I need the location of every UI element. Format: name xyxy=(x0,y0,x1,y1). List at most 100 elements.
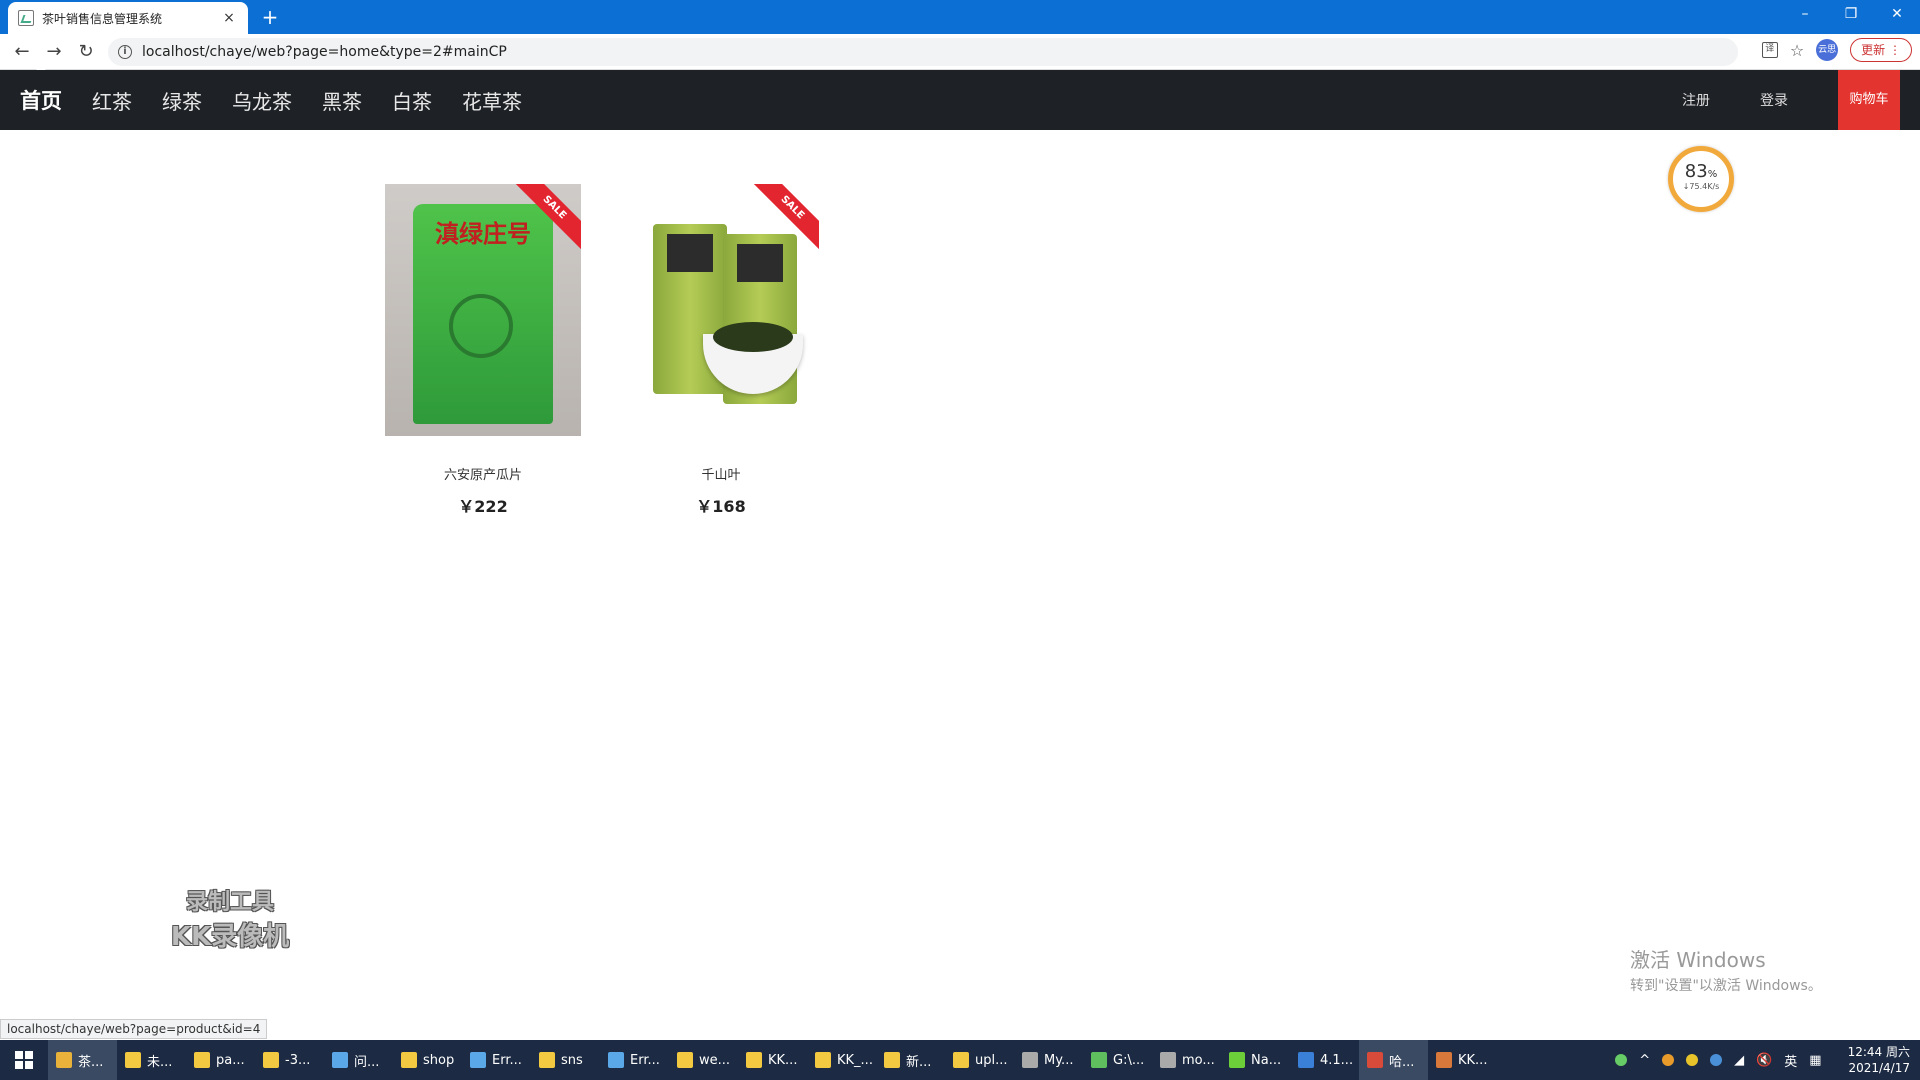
close-tab-icon[interactable]: × xyxy=(220,10,238,26)
translate-icon[interactable]: 译 xyxy=(1761,42,1778,58)
taskbar-app-icon xyxy=(1298,1052,1314,1068)
clock[interactable]: 12:44 周六 2021/4/17 xyxy=(1848,1044,1910,1076)
taskbar-item[interactable]: Err... xyxy=(462,1040,531,1080)
watermark-line-1: 录制工具 xyxy=(185,890,274,915)
can-label xyxy=(667,234,713,272)
ime-indicator[interactable]: 英 xyxy=(1784,1051,1797,1070)
tray-expand-icon[interactable]: ^ xyxy=(1639,1053,1650,1068)
taskbar-item-label: 茶... xyxy=(78,1054,104,1070)
taskbar-item[interactable]: mo... xyxy=(1152,1040,1221,1080)
profile-avatar[interactable]: 云思 xyxy=(1816,39,1839,61)
taskbar-item[interactable]: -3... xyxy=(255,1040,324,1080)
taskbar-item[interactable]: 4.1... xyxy=(1290,1040,1359,1080)
gauge-speed: ↓75.4K/s xyxy=(1682,182,1720,191)
taskbar-item[interactable]: pa... xyxy=(186,1040,255,1080)
taskbar-item[interactable]: 哈... xyxy=(1359,1040,1428,1080)
taskbar-item-label: KK_... xyxy=(837,1052,873,1068)
tray-app-icon[interactable] xyxy=(1686,1054,1699,1066)
taskbar-item-label: KK... xyxy=(768,1052,798,1068)
product-name[interactable]: 六安原产瓜片 xyxy=(378,464,588,483)
taskbar-app-icon xyxy=(332,1052,348,1068)
nav-item-black-tea[interactable]: 红茶 xyxy=(92,86,132,115)
keyboard-icon[interactable]: ▦ xyxy=(1809,1053,1821,1068)
cart-button[interactable]: 购物车 xyxy=(1838,70,1900,130)
taskbar-app-icon xyxy=(401,1052,417,1068)
login-link[interactable]: 登录 xyxy=(1760,90,1788,110)
taskbar-item[interactable]: 未... xyxy=(117,1040,186,1080)
address-bar[interactable]: i localhost/chaye/web?page=home&type=2#m… xyxy=(108,38,1738,66)
battery-icon[interactable] xyxy=(1615,1054,1628,1066)
taskbar-item-label: mo... xyxy=(1182,1052,1215,1068)
activation-title: 激活 Windows xyxy=(1630,948,1766,972)
taskbar-item[interactable]: G:\... xyxy=(1083,1040,1152,1080)
package-label: 滇绿庄号 xyxy=(435,219,531,248)
forward-arrow-icon[interactable]: → xyxy=(38,36,70,68)
taskbar-app-icon xyxy=(953,1052,969,1068)
taskbar-item[interactable]: KK... xyxy=(1428,1040,1497,1080)
package-emblem xyxy=(449,294,513,358)
taskbar-app-icon xyxy=(194,1052,210,1068)
taskbar-item[interactable]: KK... xyxy=(738,1040,807,1080)
browser-toolbar: ← → ↻ i localhost/chaye/web?page=home&ty… xyxy=(0,34,1920,70)
product-image[interactable]: 滇绿庄号 SALE xyxy=(385,184,581,436)
nav-item-dark-tea[interactable]: 黑茶 xyxy=(322,86,362,115)
tray-app-icon[interactable] xyxy=(1662,1054,1675,1066)
product-card[interactable]: 滇绿庄号 SALE 六安原产瓜片 ￥222 xyxy=(378,184,588,524)
nav-item-herbal-tea[interactable]: 花草茶 xyxy=(462,86,522,115)
taskbar-item-label: pa... xyxy=(216,1052,245,1068)
reload-icon[interactable]: ↻ xyxy=(70,36,102,68)
update-button[interactable]: 更新 ⋮ xyxy=(1850,38,1912,62)
taskbar-item[interactable]: Err... xyxy=(600,1040,669,1080)
taskbar-app-icon xyxy=(1367,1052,1383,1068)
taskbar-app-icon xyxy=(56,1052,72,1068)
watermark-line-2: KK录像机 xyxy=(170,922,290,952)
can-label xyxy=(737,244,783,282)
taskbar-item[interactable]: KK_... xyxy=(807,1040,876,1080)
product-price: ￥222 xyxy=(458,497,508,516)
taskbar-item[interactable]: 茶... xyxy=(48,1040,117,1080)
taskbar-item[interactable]: 新... xyxy=(876,1040,945,1080)
new-tab-button[interactable]: + xyxy=(258,6,282,30)
restore-icon[interactable]: ❐ xyxy=(1828,0,1874,30)
site-info-icon[interactable]: i xyxy=(118,45,132,59)
tab-title: 茶叶销售信息管理系统 xyxy=(42,11,163,26)
taskbar-item[interactable]: Na... xyxy=(1221,1040,1290,1080)
bookmark-star-icon[interactable]: ☆ xyxy=(1790,41,1804,60)
link-status-bar: localhost/chaye/web?page=product&id=4 xyxy=(0,1019,268,1039)
gauge-percent: 83% xyxy=(1673,161,1729,182)
taskbar-items: 茶... 未... pa... -3... 问... shop Err... sns Err..… xyxy=(48,1040,1497,1080)
taskbar-item-label: My... xyxy=(1044,1052,1074,1068)
product-name[interactable]: 千山叶 xyxy=(616,464,826,483)
nav-item-white-tea[interactable]: 白茶 xyxy=(392,86,432,115)
volume-icon[interactable]: 🔇 xyxy=(1756,1053,1772,1068)
tray-app-icon[interactable] xyxy=(1710,1054,1723,1066)
windows-start-icon[interactable] xyxy=(0,1040,48,1080)
window-controls: – ❐ ✕ xyxy=(1782,0,1920,30)
taskbar-app-icon xyxy=(1229,1052,1245,1068)
back-arrow-icon[interactable]: ← xyxy=(6,36,38,68)
taskbar-item[interactable]: shop xyxy=(393,1040,462,1080)
site-favicon-icon xyxy=(18,10,34,26)
taskbar-item[interactable]: upl... xyxy=(945,1040,1014,1080)
nav-item-green-tea[interactable]: 绿茶 xyxy=(162,86,202,115)
url-text[interactable]: localhost/chaye/web?page=home&type=2#mai… xyxy=(142,44,507,60)
taskbar-item[interactable]: sns xyxy=(531,1040,600,1080)
product-image[interactable]: SALE xyxy=(623,184,819,436)
clock-time: 12:44 周六 xyxy=(1847,1045,1910,1059)
register-link[interactable]: 注册 xyxy=(1682,90,1710,110)
taskbar-item[interactable]: My... xyxy=(1014,1040,1083,1080)
nav-item-home[interactable]: 首页 xyxy=(20,65,62,115)
network-speed-gauge[interactable]: 83% ↓75.4K/s xyxy=(1668,146,1734,212)
minimize-icon[interactable]: – xyxy=(1782,0,1828,30)
product-card[interactable]: SALE 千山叶 ￥168 xyxy=(616,184,826,524)
taskbar-app-icon xyxy=(815,1052,831,1068)
nav-item-oolong-tea[interactable]: 乌龙茶 xyxy=(232,86,292,115)
browser-tab[interactable]: 茶叶销售信息管理系统 × xyxy=(8,2,248,34)
taskbar-app-icon xyxy=(1022,1052,1038,1068)
network-icon[interactable]: ◢ xyxy=(1734,1053,1744,1068)
close-window-icon[interactable]: ✕ xyxy=(1874,0,1920,30)
taskbar-item[interactable]: we... xyxy=(669,1040,738,1080)
taskbar-item[interactable]: 问... xyxy=(324,1040,393,1080)
taskbar-app-icon xyxy=(677,1052,693,1068)
taskbar-app-icon xyxy=(1160,1052,1176,1068)
